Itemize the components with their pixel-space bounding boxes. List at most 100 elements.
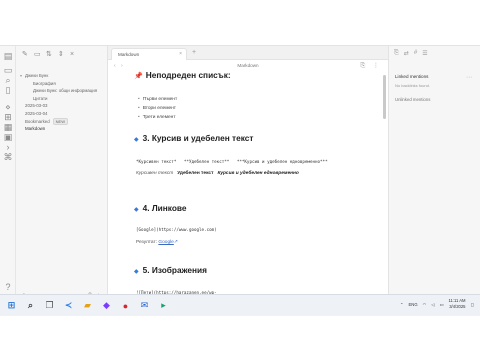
right-sidebar: ⎘ ⇄ # ☰ Linked mentions ⋯ No backlinks f…	[388, 46, 480, 318]
template-icon[interactable]: ▣	[3, 132, 13, 142]
tab-markdown[interactable]: Markdown ×	[111, 48, 187, 60]
tree-item-label: 2025-03-04	[25, 110, 48, 116]
diamond-icon: ◆	[134, 207, 139, 213]
external-link-icon: ↗	[173, 240, 178, 245]
code-italic-bold: *Курсивен текст* **Удебелен текст** ***К…	[136, 159, 328, 164]
notification-icon[interactable]: ◻	[471, 302, 474, 307]
tree-item-label: Джеки Бунк: общи информация	[33, 88, 98, 94]
heading-text: 4. Линкове	[142, 203, 187, 213]
bottom-margin-band	[0, 316, 480, 360]
tree-item[interactable]: Джеки Бунк: общи информация	[16, 87, 107, 95]
tree-item-label: Цитати	[33, 95, 48, 101]
tree-item[interactable]: Markdown	[16, 125, 107, 133]
vscode-icon[interactable]: ≺	[61, 298, 76, 313]
outlook-icon[interactable]: ✉	[137, 298, 152, 313]
chrome-icon[interactable]: ●	[118, 298, 133, 313]
outgoing-links-icon[interactable]: ⇄	[404, 50, 409, 57]
no-backlinks-text: No backlinks found.	[395, 83, 430, 88]
close-sidebar-icon[interactable]: ×	[70, 51, 77, 58]
command-icon[interactable]: ⌘	[3, 152, 13, 162]
tree-item-badge: NEW	[52, 117, 68, 125]
list-item: Първи елемент	[138, 97, 177, 102]
new-note-icon[interactable]: ✎	[22, 51, 29, 58]
search-icon[interactable]: ⌕	[23, 298, 38, 313]
graph-icon[interactable]: ⋄	[3, 102, 13, 112]
new-tab-icon[interactable]: +	[192, 48, 196, 58]
tree-item-label: 2025-03-03	[25, 103, 48, 109]
diamond-icon: ◆	[134, 269, 139, 275]
pushpin-icon: 📌	[134, 73, 143, 80]
tree-item-label: Markdown	[25, 126, 46, 132]
new-folder-icon[interactable]: ▭	[34, 51, 41, 58]
sort-icon[interactable]: ⇅	[46, 51, 53, 58]
folder-icon[interactable]: ▭	[3, 65, 13, 75]
more-options-icon[interactable]: ⎘ ⋮	[361, 62, 382, 70]
heading-text: 3. Курсив и удебелен текст	[142, 133, 254, 143]
explorer-toolbar: ✎ ▭ ⇅ ⇕ ×	[22, 51, 103, 61]
italic-text: Курсивен текст	[136, 171, 174, 176]
clock[interactable]: 11:11 AM 3/4/2025	[448, 298, 465, 310]
tree-item[interactable]: Цитати	[16, 95, 107, 103]
heading-images: ◆ 5. Изображения	[134, 265, 207, 275]
tree-item[interactable]: Bookmarked NEW	[16, 117, 107, 126]
heading-italic-bold: ◆ 3. Курсив и удебелен текст	[134, 133, 253, 143]
heading-unordered: 📌 Неподреден списък:	[134, 70, 231, 80]
battery-icon[interactable]: ▭	[439, 302, 443, 307]
collapse-icon[interactable]: ⇕	[58, 51, 65, 58]
tree-item[interactable]: 2025-03-04	[16, 110, 107, 118]
heading-text: 5. Изображения	[142, 265, 207, 275]
heading-links: ◆ 4. Линкове	[134, 203, 187, 213]
obsidian-icon[interactable]: ◆	[99, 298, 114, 313]
windows-start-icon[interactable]: ⊞	[4, 298, 19, 313]
calendar-icon[interactable]: ▦	[3, 122, 13, 132]
tree-item-label: Джеки Бунк	[25, 73, 49, 78]
help-icon[interactable]: ?	[3, 282, 13, 292]
volume-icon[interactable]: ◁	[431, 302, 434, 307]
result-label: Резултат:	[136, 240, 158, 245]
taskbar-apps: ⊞ ⌕ ❐ ≺ ▰ ◆ ● ✉ ▸	[4, 298, 171, 313]
sidebar-toggle-icon[interactable]: ▤	[3, 51, 13, 61]
lang-indicator[interactable]: ENG	[409, 302, 418, 307]
terminal-icon[interactable]: ›	[3, 142, 13, 152]
tree-item[interactable]: Биография	[16, 80, 107, 88]
system-tray: ⌃ ENG ◠ ◁ ▭ 11:11 AM 3/4/2025 ◻	[400, 298, 474, 310]
tags-icon[interactable]: #	[414, 50, 417, 57]
tree-item-label: Биография	[33, 80, 56, 86]
bold-text: Удебелен текст	[177, 171, 214, 176]
file-tree: ▾ Джеки Бунк Биография Джеки Бунк: общи инф…	[16, 72, 107, 133]
tree-item[interactable]: ▾ Джеки Бунк	[16, 72, 107, 80]
backlinks-icon[interactable]: ⎘	[394, 50, 399, 57]
google-link[interactable]: Google	[158, 240, 173, 245]
tab-close-icon[interactable]: ×	[179, 49, 182, 60]
file-explorer: ✎ ▭ ⇅ ⇕ × ▾ Джеки Бунк Биография Джеки Бунк…	[16, 46, 108, 317]
top-margin-band	[0, 0, 480, 45]
tab-bar: Markdown × +	[108, 46, 388, 60]
tree-item[interactable]: 2025-03-03	[16, 102, 107, 110]
bookmark-icon[interactable]: ▯	[3, 85, 13, 95]
diamond-icon: ◆	[134, 137, 139, 143]
tab-label: Markdown	[118, 52, 140, 57]
list-item: Втори елемент	[138, 106, 176, 111]
linked-mentions-heading[interactable]: Linked mentions	[395, 74, 428, 79]
list-item: Трети елемент	[138, 115, 176, 120]
file-explorer-icon[interactable]: ▰	[80, 298, 95, 313]
rendered-formatting: Курсивен текст Удебелен текст Курсив и у…	[136, 171, 299, 176]
heading-text: Неподреден списък:	[145, 70, 231, 80]
link-result: Резултат: Google↗	[136, 240, 178, 245]
editor-pane: ‹ › Markdown ⎘ ⋮ 📌Неподреден списък: Пър…	[108, 60, 388, 317]
scrollbar-thumb[interactable]	[383, 75, 386, 119]
bold-italic-text: Курсив и удебелен едновременно	[217, 171, 299, 176]
canvas-icon[interactable]: ⊞	[3, 112, 13, 122]
unlinked-mentions-toggle[interactable]: Unlinked mentions	[395, 97, 430, 102]
search-icon[interactable]: ⌕	[3, 75, 13, 85]
chevron-up-icon[interactable]: ⌃	[400, 302, 404, 307]
left-ribbon: ▤ ▭ ⌕ ▯ ⋄ ⊞ ▦ ▣ › ⌘ ? ⚙	[0, 46, 16, 317]
obsidian-window: ▤ ▭ ⌕ ▯ ⋄ ⊞ ▦ ▣ › ⌘ ? ⚙ ✎ ▭ ⇅ ⇕ × ▾Джеки…	[0, 45, 480, 318]
sort-options-icon[interactable]: ⋯	[466, 74, 472, 81]
view-title: Markdown	[237, 63, 259, 68]
outline-icon[interactable]: ☰	[422, 50, 427, 57]
terminal-icon[interactable]: ▸	[156, 298, 171, 313]
tree-item-label: Bookmarked	[25, 118, 50, 124]
wifi-icon[interactable]: ◠	[423, 302, 427, 307]
task-view-icon[interactable]: ❐	[42, 298, 57, 313]
